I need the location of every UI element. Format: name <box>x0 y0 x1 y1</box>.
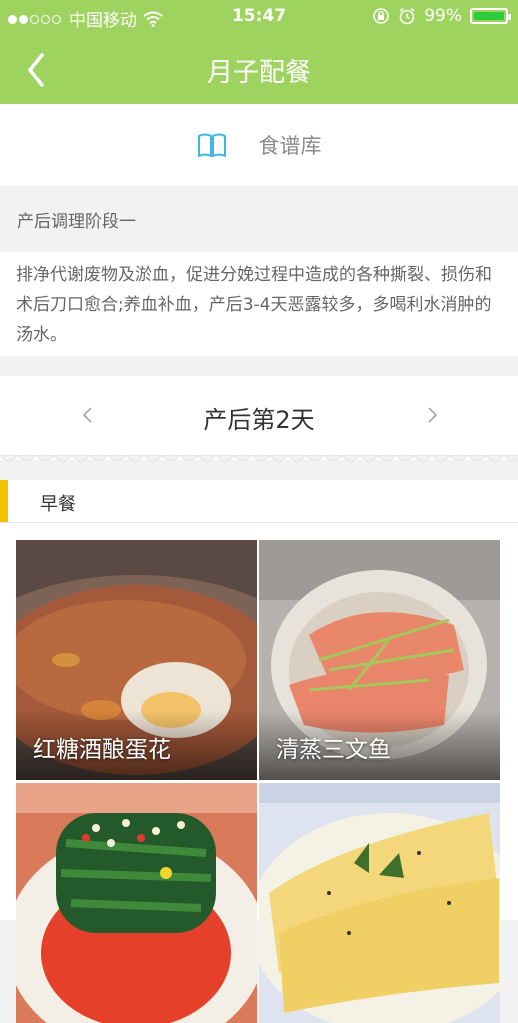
status-bar: 中国移动 15:47 99% <box>0 0 518 34</box>
recipe-grid: 红糖酒酿蛋花 清蒸三文鱼 <box>0 523 518 1023</box>
battery-percent: 99% <box>424 6 462 26</box>
day-selector: 产后第2天 <box>0 376 518 460</box>
spinach-image <box>16 783 257 1023</box>
stage-description: 排净代谢废物及淤血，促进分娩过程中造成的各种撕裂、损伤和术后刀口愈合;养血补血，… <box>0 252 518 356</box>
recipe-card[interactable]: 红糖酒酿蛋花 <box>16 540 257 780</box>
meal-label: 早餐 <box>40 494 76 515</box>
alarm-icon <box>399 7 415 25</box>
egg-roll-image <box>259 783 500 1023</box>
page-title: 月子配餐 <box>206 58 311 88</box>
stage-title: 产后调理阶段一 <box>17 212 136 232</box>
recipe-name: 清蒸三文鱼 <box>276 737 391 763</box>
meal-accent-bar <box>0 480 8 522</box>
recipe-library-tab[interactable]: 食谱库 <box>0 104 518 186</box>
meal-header: 早餐 <box>0 480 518 523</box>
scallop-divider <box>0 455 518 462</box>
rotation-lock-icon <box>373 8 390 24</box>
nav-bar: 月子配餐 <box>0 34 518 104</box>
book-icon <box>197 133 226 157</box>
recipe-library-label: 食谱库 <box>258 134 322 158</box>
battery-icon <box>470 8 511 24</box>
next-day-icon[interactable] <box>422 404 442 426</box>
recipe-card[interactable]: 清蒸三文鱼 <box>259 540 500 780</box>
recipe-card[interactable] <box>16 783 257 1023</box>
stage-header: 产后调理阶段一 <box>0 186 518 252</box>
recipe-card[interactable] <box>259 783 500 1023</box>
recipe-name: 红糖酒酿蛋花 <box>33 737 171 763</box>
